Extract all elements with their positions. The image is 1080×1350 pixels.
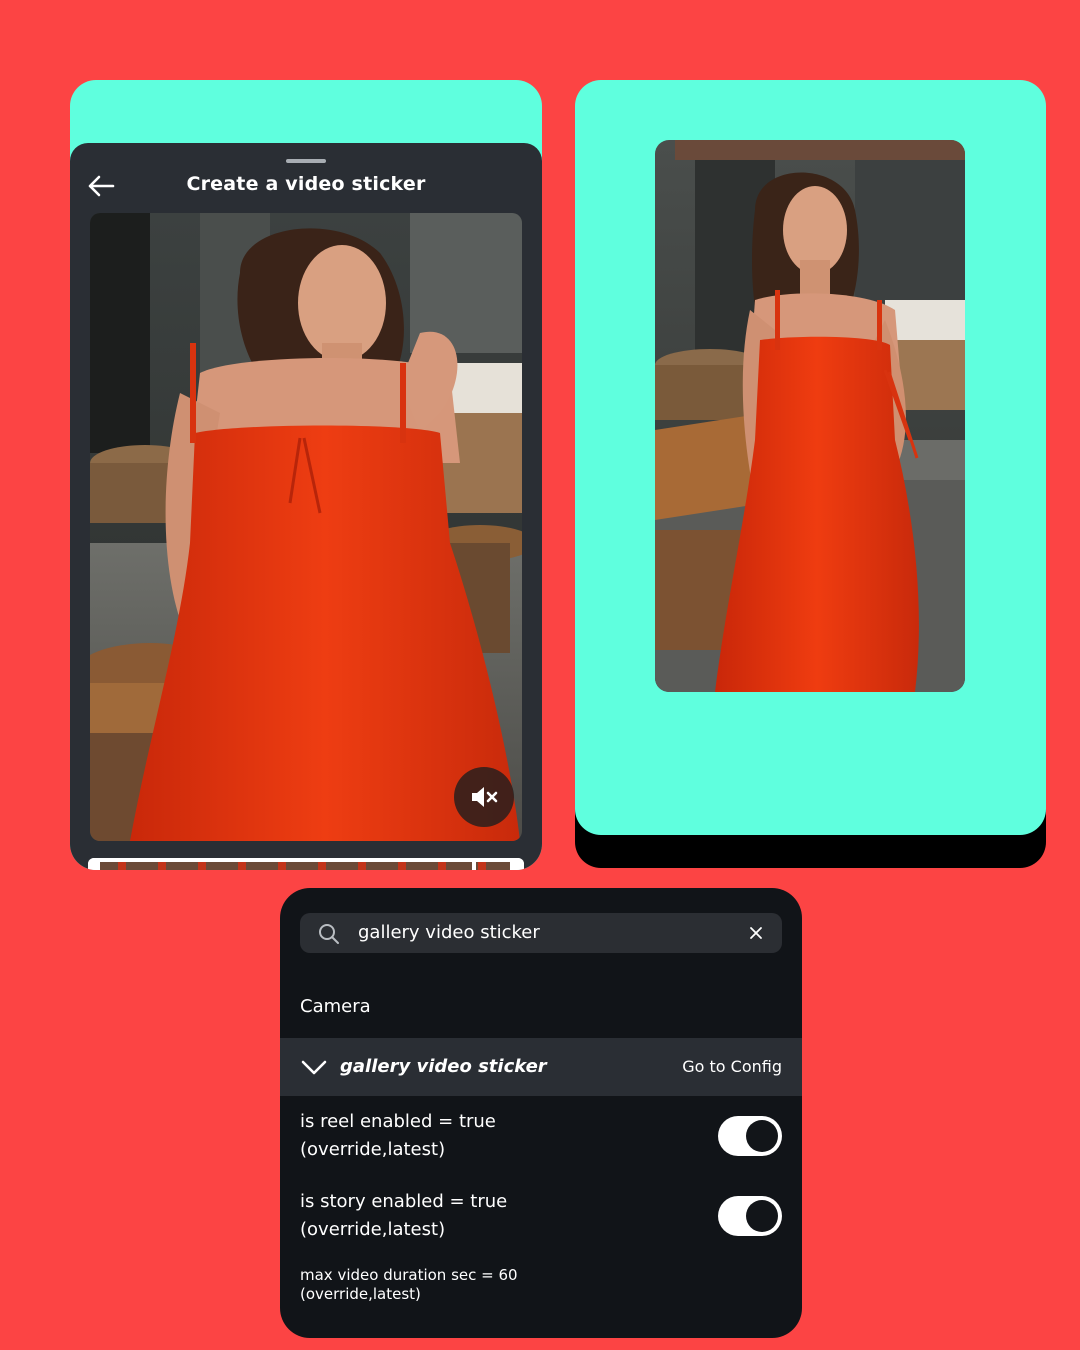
config-group-row[interactable]: gallery video sticker Go to Config — [280, 1038, 802, 1096]
search-bar[interactable]: gallery video sticker — [300, 913, 782, 953]
sticker-result-card — [575, 80, 1046, 835]
setting-label: max video duration sec = 60 — [300, 1266, 518, 1284]
timeline-thumbnails — [88, 858, 524, 870]
setting-reel-enabled: is reel enabled = true (override,latest) — [300, 1108, 496, 1164]
video-timeline-scrubber[interactable] — [88, 858, 524, 870]
video-preview[interactable] — [90, 213, 522, 841]
setting-source: (override,latest) — [300, 1219, 446, 1240]
search-input[interactable]: gallery video sticker — [358, 913, 540, 953]
go-to-config-link[interactable]: Go to Config — [682, 1038, 782, 1096]
setting-source: (override,latest) — [300, 1139, 446, 1160]
timeline-playhead — [472, 858, 476, 870]
speaker-muted-icon — [472, 787, 498, 807]
video-sticker-preview[interactable] — [655, 140, 965, 692]
chevron-down-icon[interactable] — [300, 1056, 328, 1078]
config-panel: gallery video sticker Camera gallery vid… — [280, 888, 802, 1338]
sheet-drag-handle[interactable] — [286, 159, 326, 163]
close-icon[interactable] — [748, 925, 764, 941]
setting-label: is story enabled = true — [300, 1191, 508, 1212]
config-group-name: gallery video sticker — [340, 1056, 547, 1077]
sticker-image — [655, 140, 965, 692]
sheet-title: Create a video sticker — [186, 173, 426, 195]
search-icon — [319, 924, 339, 944]
setting-story-enabled: is story enabled = true (override,latest… — [300, 1188, 507, 1244]
toggle-knob — [746, 1200, 778, 1232]
reel-enabled-toggle[interactable] — [718, 1116, 782, 1156]
setting-max-video-duration: max video duration sec = 60 (override,la… — [300, 1266, 518, 1304]
video-frame-image — [90, 213, 522, 841]
setting-label: is reel enabled = true — [300, 1111, 496, 1132]
mute-button[interactable] — [454, 767, 514, 827]
story-enabled-toggle[interactable] — [718, 1196, 782, 1236]
toggle-knob — [746, 1120, 778, 1152]
bottom-sheet: Create a video sticker — [70, 143, 542, 870]
section-label-camera: Camera — [300, 996, 371, 1017]
video-sticker-screen: Create a video sticker — [70, 80, 542, 870]
setting-source: (override,latest) — [300, 1285, 421, 1303]
